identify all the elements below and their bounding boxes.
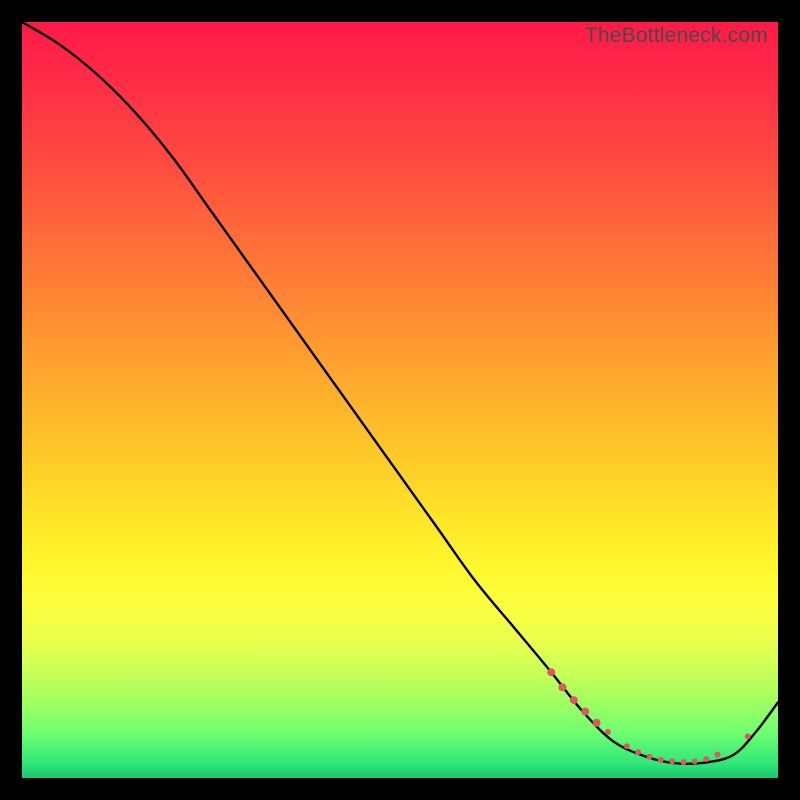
marker-dot <box>635 749 641 755</box>
marker-dot <box>605 729 611 735</box>
marker-dot <box>715 752 721 758</box>
plot-area: TheBottleneck.com <box>22 22 778 778</box>
marker-dot <box>681 759 687 765</box>
marker-dot <box>669 758 675 764</box>
marker-dot <box>658 757 664 763</box>
marker-dot <box>703 756 709 762</box>
marker-dot <box>624 743 630 749</box>
marker-group <box>547 668 751 765</box>
marker-dot <box>647 754 653 760</box>
marker-dot <box>692 758 698 764</box>
chart-svg <box>22 22 778 778</box>
marker-dot <box>581 708 589 716</box>
marker-dot <box>547 668 555 676</box>
line-series-curve <box>22 22 778 764</box>
marker-dot <box>559 683 567 691</box>
marker-dot <box>745 733 751 739</box>
chart-frame: TheBottleneck.com <box>0 0 800 800</box>
marker-dot <box>593 719 601 727</box>
marker-dot <box>570 696 578 704</box>
